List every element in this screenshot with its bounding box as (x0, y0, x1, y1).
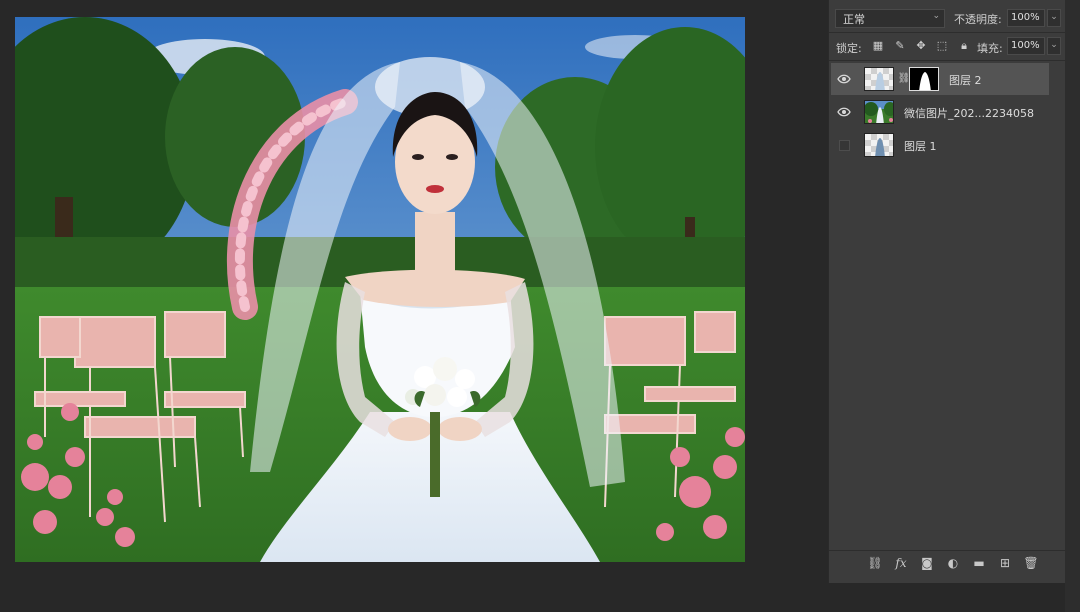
layer-thumbnail (864, 100, 894, 124)
layer-name: 图层 2 (949, 74, 982, 87)
layers-panel-footer: ⛓ fx ◙ ◐ ▬ ⊞ 🗑︎ (829, 555, 1066, 573)
fill-input[interactable]: 100% (1007, 37, 1045, 55)
document-canvas[interactable] (0, 0, 828, 612)
layer-name: 图层 1 (904, 140, 937, 153)
adjustment-icon[interactable]: ◐ (945, 555, 961, 571)
fill-label: 填充: (977, 42, 1003, 55)
layer-name: 微信图片_202...2234058 (904, 107, 1034, 120)
link-icon[interactable]: ⛓ (867, 555, 883, 571)
lock-all-icon[interactable]: 🔒︎ (957, 39, 971, 53)
lock-paint-brush-icon[interactable]: ✎ (893, 39, 907, 53)
layer-thumbnail (864, 133, 894, 157)
fill-chevron-icon[interactable]: ⌄ (1047, 37, 1061, 55)
divider (829, 60, 1066, 61)
wedding-photo (15, 17, 745, 562)
visibility-eye-icon[interactable] (837, 105, 851, 119)
layer-mask-thumbnail[interactable] (909, 67, 939, 91)
opacity-label: 不透明度: (954, 13, 1002, 26)
lock-label: 锁定: (836, 42, 862, 55)
opacity-chevron-icon[interactable]: ⌄ (1047, 9, 1061, 27)
add-mask-icon[interactable]: ◙ (919, 555, 935, 571)
new-layer-icon[interactable]: ⊞ (997, 555, 1013, 571)
blend-mode-select[interactable]: 正常 ⌄ (835, 9, 945, 28)
opacity-input[interactable]: 100% (1007, 9, 1045, 27)
lock-artboard-icon[interactable]: ⬚ (935, 39, 949, 53)
visibility-toggle-off[interactable] (839, 140, 850, 151)
delete-icon[interactable]: 🗑︎ (1023, 555, 1039, 571)
blend-opacity-row: 正常 ⌄ 不透明度: 100% ⌄ (829, 6, 1066, 30)
layers-panel: 正常 ⌄ 不透明度: 100% ⌄ 锁定: ▦ ✎ ✥ ⬚ 🔒︎ 填充: 100… (828, 0, 1066, 583)
layer-row-layer1[interactable]: 图层 1 (831, 129, 1049, 161)
layer-row-layer2[interactable]: ⛓ 图层 2 (831, 63, 1049, 95)
divider (829, 550, 1066, 551)
lock-position-icon[interactable]: ✥ (914, 39, 928, 53)
photo-artboard[interactable] (15, 17, 745, 562)
group-folder-icon[interactable]: ▬ (971, 555, 987, 571)
layer-row-wechat-image[interactable]: 微信图片_202...2234058 (831, 96, 1049, 128)
divider (829, 32, 1066, 33)
fx-icon[interactable]: fx (893, 555, 909, 571)
panel-dock-edge (1065, 0, 1080, 612)
visibility-eye-icon[interactable] (837, 72, 851, 86)
blend-mode-value: 正常 (843, 13, 865, 26)
lock-transparent-icon[interactable]: ▦ (871, 39, 885, 53)
chevron-down-icon: ⌄ (932, 11, 940, 21)
layer-thumbnail (864, 67, 894, 91)
